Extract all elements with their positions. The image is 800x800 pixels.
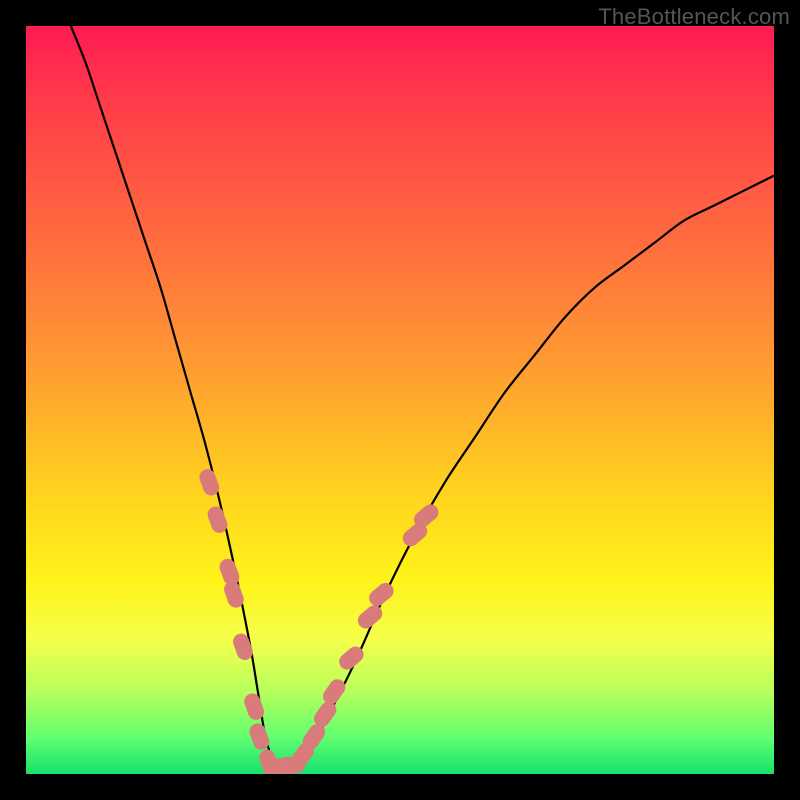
curve-dot (208, 507, 228, 533)
curve-dot (358, 605, 382, 628)
curve-dot (414, 504, 438, 527)
curve-dot (244, 694, 264, 720)
chart-svg (26, 26, 774, 774)
curve-dot (314, 702, 336, 727)
bottleneck-curve-path (71, 26, 774, 768)
curve-dot (224, 581, 244, 607)
curve-dot (220, 559, 240, 585)
curve-dot (249, 723, 269, 749)
plot-area (26, 26, 774, 774)
outer-frame: TheBottleneck.com (0, 0, 800, 800)
curve-dot (369, 583, 393, 606)
curve-dot (323, 679, 345, 704)
curve-dots-group (199, 469, 438, 774)
curve-dot (233, 634, 253, 660)
curve-dot (339, 647, 363, 670)
curve-dot (303, 724, 325, 749)
curve-dot (199, 469, 219, 495)
